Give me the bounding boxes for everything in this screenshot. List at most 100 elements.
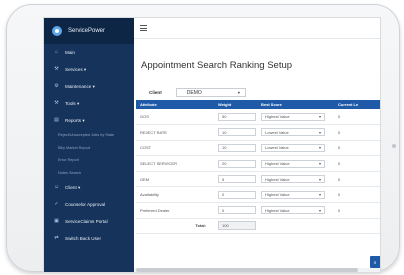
brand-name: ServicePower [68, 28, 106, 34]
table-row: OEM 5 Highest Value ▾ 0 [136, 171, 380, 187]
portal-icon: ▣ [54, 218, 59, 225]
weight-input[interactable]: 5 [218, 175, 256, 184]
wrench-icon: ⚒ [54, 66, 59, 72]
sidebar-item[interactable]: ☺ Client ▾ [44, 179, 134, 196]
attribute-cell: SELECT SERVICER [140, 161, 177, 167]
attribute-cell: GOS [140, 114, 149, 120]
sidebar-item[interactable]: Error Report [44, 154, 134, 167]
best-score-cell: Highest Value ▾ [257, 187, 334, 203]
camera-dot [392, 144, 396, 148]
best-score-select[interactable]: Lowest Value ▾ [261, 128, 325, 137]
chevron-down-icon: ▾ [318, 192, 321, 198]
scrollbar-thumb[interactable] [136, 268, 358, 272]
current-level-cell: 0 [338, 161, 341, 167]
table-row: COST 10 Lowest Value ▾ 0 [136, 140, 380, 156]
sidebar-item-label: Main [65, 50, 75, 55]
client-label: Client [149, 90, 162, 95]
weight-input[interactable]: 20 [218, 159, 256, 168]
best-score-cell: Highest Value ▾ [257, 109, 334, 125]
tablet-frame: ServicePower ⌂ Main ⚒ Services ▾ ⚙ Maintenanc… [6, 4, 400, 273]
header-weight[interactable]: Weight [214, 100, 257, 109]
total-value: 100 [218, 221, 256, 231]
weight-input[interactable]: 50 [218, 112, 256, 121]
attribute-cell: COST [140, 145, 152, 151]
current-level-cell: 0 [338, 114, 341, 120]
sidebar-item[interactable]: ▤ Reports ▾ [44, 112, 134, 129]
header-best-score[interactable]: Best Score [257, 100, 334, 109]
brand-header[interactable]: ServicePower [44, 18, 134, 44]
weight-input[interactable]: 0 [218, 190, 256, 199]
total-label: Total: [195, 223, 206, 229]
app-screen: ServicePower ⌂ Main ⚒ Services ▾ ⚙ Maintenanc… [43, 17, 381, 273]
weight-input[interactable]: 10 [218, 128, 256, 137]
weight-input[interactable]: 10 [218, 143, 256, 152]
chevron-down-icon: ▼ [237, 90, 241, 95]
best-score-select[interactable]: Highest Value ▾ [261, 159, 325, 168]
best-score-value: Highest Value [265, 192, 290, 198]
attribute-cell: Availability [140, 192, 159, 198]
table-row: SELECT SERVICER 20 Highest Value ▾ 0 [136, 156, 380, 172]
sidebar-item[interactable]: ⌂ Main [44, 44, 134, 61]
save-button[interactable]: S [370, 256, 380, 268]
sidebar-item[interactable]: ✓ Counselor Approval [44, 196, 134, 213]
sidebar-item[interactable]: ⚒ Tools ▾ [44, 95, 134, 112]
current-level-cell: 0 [338, 145, 341, 151]
chevron-down-icon: ▾ [318, 176, 321, 182]
sidebar-item[interactable]: ⚙ Maintenance ▾ [44, 78, 134, 95]
best-score-select[interactable]: Lowest Value ▾ [261, 143, 325, 152]
chevron-down-icon: ▾ [318, 114, 321, 120]
chevron-down-icon: ▾ [318, 129, 321, 135]
best-score-select[interactable]: Highest Value ▾ [261, 190, 325, 199]
best-score-cell: Highest Value ▾ [257, 171, 334, 187]
weight-cell: 50 [214, 109, 257, 125]
best-score-cell: Lowest Value ▾ [257, 125, 334, 141]
table-row: Preferred Dealer 0 Highest Value ▾ 0 [136, 203, 380, 219]
best-score-value: Lowest Value [265, 129, 289, 135]
sidebar-item-label: Notes Search [58, 171, 82, 176]
top-bar [134, 18, 380, 39]
ranking-table-container: Attribute Weight Best Score Current Le G… [136, 100, 380, 234]
client-select[interactable]: DEMO ▼ [175, 88, 246, 97]
sidebar-item-label: ServiceClaims Portal [65, 219, 108, 225]
sidebar-item-label: Maintenance ▾ [65, 83, 95, 89]
current-level-cell: 0 [338, 207, 341, 213]
sidebar-item[interactable]: ▣ ServiceClaims Portal [44, 213, 134, 230]
sidebar-item[interactable]: Notes Search [44, 167, 134, 180]
servicepower-logo-icon [52, 26, 62, 36]
best-score-value: Highest Value [265, 176, 290, 182]
sidebar-item-label: Reports ▾ [65, 117, 85, 123]
weight-input[interactable]: 0 [218, 206, 256, 215]
best-score-select[interactable]: Highest Value ▾ [261, 112, 325, 121]
sidebar-item-label: Billy Market Report [58, 145, 91, 150]
empty-cell [257, 218, 334, 233]
sidebar-item[interactable]: ⚒ Services ▾ [44, 61, 134, 78]
sidebar-item[interactable]: ⇄ Switch Back User [44, 230, 134, 247]
sidebar-item-label: Reject/Unaccepted Jobs by State [58, 133, 115, 138]
best-score-select[interactable]: Highest Value ▾ [261, 175, 325, 184]
weight-cell: 10 [214, 125, 257, 141]
current-level-cell: 0 [338, 192, 341, 198]
weight-cell: 0 [214, 203, 257, 219]
ranking-table: Attribute Weight Best Score Current Le G… [136, 100, 380, 234]
attribute-cell: OEM [140, 176, 150, 182]
weight-cell: 20 [214, 156, 257, 172]
home-icon: ⌂ [54, 49, 59, 55]
check-icon: ✓ [54, 201, 59, 208]
sidebar-item[interactable]: Billy Market Report [44, 142, 134, 155]
current-level-cell: 0 [338, 129, 341, 135]
header-current-level[interactable]: Current Le [334, 100, 380, 109]
tools-icon: ⚒ [54, 100, 59, 106]
sidebar-item-label: Switch Back User [65, 236, 101, 242]
best-score-value: Highest Value [265, 161, 290, 167]
best-score-select[interactable]: Highest Value ▾ [261, 206, 325, 215]
best-score-value: Lowest Value [265, 145, 289, 151]
best-score-value: Highest Value [265, 114, 290, 120]
sidebar-item-label: Services ▾ [65, 66, 87, 72]
menu-icon[interactable] [140, 25, 147, 31]
sidebar-item-label: Client ▾ [65, 184, 81, 190]
header-attribute[interactable]: Attribute [136, 100, 214, 109]
horizontal-scrollbar[interactable] [134, 268, 380, 272]
client-select-value: DEMO [186, 89, 202, 96]
sidebar-item-label: Counselor Approval [65, 202, 106, 208]
sidebar-item[interactable]: Reject/Unaccepted Jobs by State [44, 129, 134, 142]
